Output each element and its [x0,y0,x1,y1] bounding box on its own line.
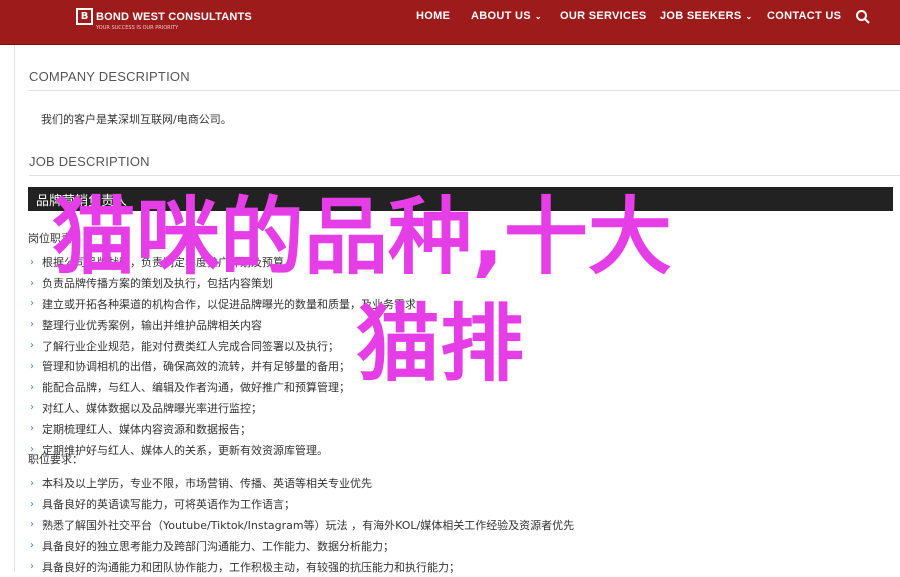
chevron-down-icon: ⌄ [534,12,542,21]
chevron-right-icon: › [30,498,34,510]
chevron-right-icon: › [30,423,34,435]
nav-home[interactable]: HOME [416,10,450,22]
requirements-list: › 本科及以上学历，专业不限，市场营销、传播、英语等相关专业优先 › 具备良好的英语… [30,473,574,577]
chevron-right-icon: › [30,298,34,310]
chevron-right-icon: › [30,477,34,489]
nav-about-us[interactable]: ABOUT US ⌄ [471,10,542,22]
chevron-right-icon: › [30,402,34,414]
requirements-label: 职位要求： [28,453,83,466]
list-item: › 具备良好的沟通能力和团队协作能力，工作积极主动，有较强的抗压能力和执行能力； [30,560,460,574]
nav-job-seekers[interactable]: JOB SEEKERS ⌄ [660,10,753,22]
nav-contact-us[interactable]: CONTACT US [767,10,841,22]
chevron-down-icon: ⌄ [745,12,753,21]
chevron-right-icon: › [30,340,34,352]
top-navbar: B BOND WEST CONSULTANTS YOUR SUCCESS IS … [0,0,900,45]
overlay-title-line1: 猫咪的品种,十大 [52,188,672,286]
list-item: › 对红人、媒体数据以及品牌曝光率进行监控； [30,401,262,415]
list-item: › 具备良好的英语读写能力，可将英语作为工作语言； [30,498,295,512]
job-description-heading: JOB DESCRIPTION [29,154,150,169]
main-nav: HOME ABOUT US ⌄ OUR SERVICES JOB SEEKERS ⌄… [0,10,900,26]
chevron-right-icon: › [30,561,34,573]
list-item: › 熟悉了解国外社交平台（Youtube/Tiktok/Instagram等）玩法… [30,518,575,532]
chevron-right-icon: › [30,319,34,331]
company-description-heading: COMPANY DESCRIPTION [29,69,190,84]
chevron-right-icon: › [30,381,34,393]
divider [29,90,900,91]
nav-our-services[interactable]: OUR SERVICES [560,10,647,22]
list-item: › 定期梳理红人、媒体内容资源和数据报告； [30,422,251,436]
chevron-right-icon: › [30,519,34,531]
search-icon[interactable] [855,9,871,25]
divider [29,175,900,176]
chevron-right-icon: › [30,256,34,268]
list-item: › 具备良好的独立思考能力及跨部门沟通能力、工作能力、数据分析能力； [30,539,394,553]
chevron-right-icon: › [30,540,34,552]
chevron-right-icon: › [30,360,34,372]
overlay-title-line2: 猫排 [356,295,525,393]
list-item: › 定期维护好与红人、媒体人的关系，更新有效资源库管理。 [30,443,328,457]
list-item: › 本科及以上学历，专业不限，市场营销、传播、英语等相关专业优先 [30,477,372,491]
chevron-right-icon: › [30,277,34,289]
company-description-text: 我们的客户是某深圳互联网/电商公司。 [41,113,232,126]
